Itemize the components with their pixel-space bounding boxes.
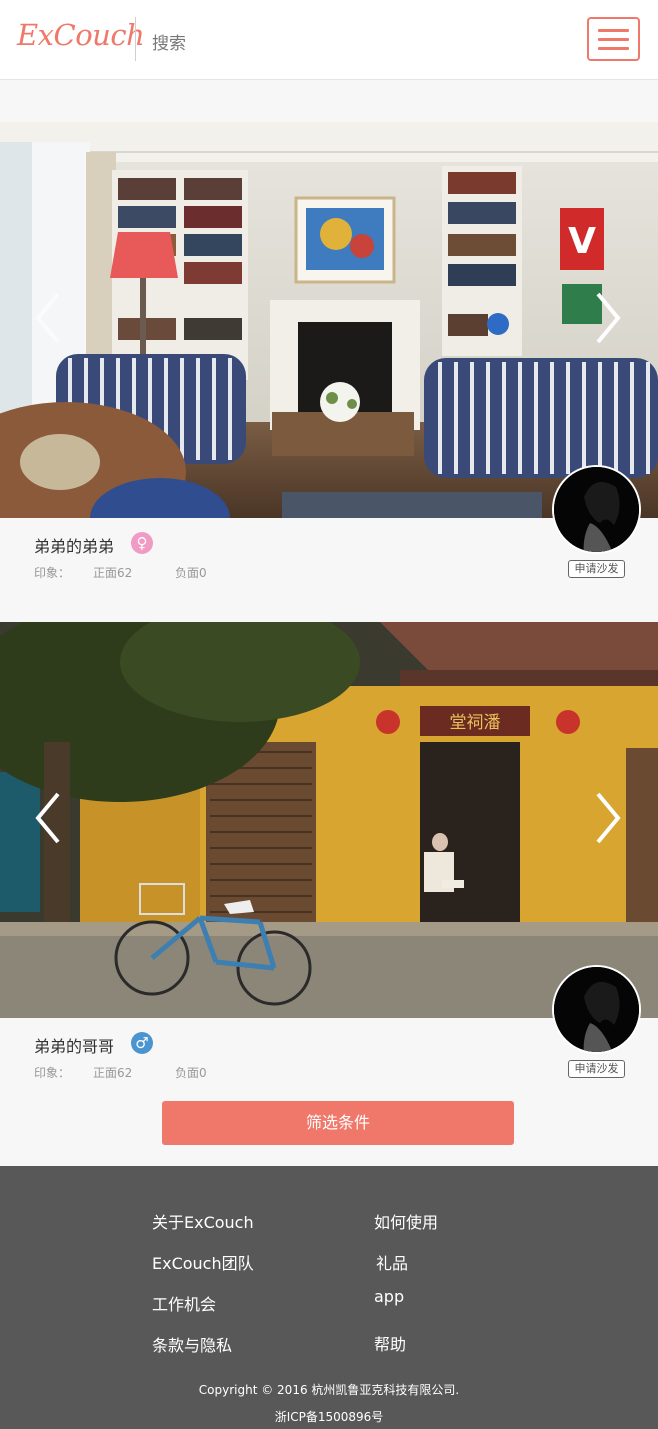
listing-card: 堂祠潘 弟弟的哥哥 ♂ 印象： 正面62 负面0 申请沙发: [0, 622, 658, 1092]
listing-photo-living-room[interactable]: V: [0, 122, 658, 518]
avatar[interactable]: [552, 965, 641, 1054]
positive-count: 正面62: [93, 566, 133, 580]
menu-button[interactable]: [587, 17, 640, 61]
footer-link-jobs[interactable]: 工作机会: [152, 1291, 216, 1315]
listing-name[interactable]: 弟弟的弟弟: [34, 533, 114, 557]
footer-link-team[interactable]: ExCouch团队: [152, 1250, 254, 1274]
menu-icon: [598, 29, 629, 32]
top-nav-bar: ExCouch 搜索: [0, 0, 658, 80]
positive-count: 正面62: [93, 1066, 133, 1080]
negative-count: 负面0: [175, 566, 207, 580]
search-link[interactable]: 搜索: [152, 29, 186, 54]
chevron-left-icon[interactable]: [32, 290, 62, 346]
copyright-text: Copyright © 2016 杭州凯鲁亚克科技有限公司.: [198, 1383, 460, 1397]
negative-count: 负面0: [175, 1066, 207, 1080]
filter-button[interactable]: 筛选条件: [162, 1101, 514, 1145]
footer-link-about[interactable]: 关于ExCouch: [152, 1209, 254, 1233]
impression-label: 印象：: [34, 566, 71, 580]
svg-text:堂祠潘: 堂祠潘: [450, 713, 501, 733]
icp-license[interactable]: 浙ICP备1500896号: [0, 1408, 658, 1425]
male-icon: ♂: [131, 1032, 153, 1054]
female-icon: ♀: [131, 532, 153, 554]
footer-link-app[interactable]: app: [374, 1287, 404, 1306]
logo[interactable]: ExCouch: [17, 18, 145, 52]
chevron-right-icon[interactable]: [594, 290, 624, 346]
avatar[interactable]: [552, 465, 641, 554]
listing-card: V 弟弟的弟弟 ♀ 印象： 正面62 负面0 申请沙发: [0, 122, 658, 592]
svg-text:V: V: [568, 221, 596, 262]
footer-link-how-to-use[interactable]: 如何使用: [374, 1209, 438, 1233]
apply-sofa-button[interactable]: 申请沙发: [568, 1060, 625, 1078]
listing-photo-yellow-house[interactable]: 堂祠潘: [0, 622, 658, 1018]
chevron-right-icon[interactable]: [594, 790, 624, 846]
footer-link-help[interactable]: 帮助: [374, 1331, 406, 1355]
impression-label: 印象：: [34, 1066, 71, 1080]
header-divider: [135, 17, 136, 61]
listing-name[interactable]: 弟弟的哥哥: [34, 1033, 114, 1057]
footer-link-gifts[interactable]: 礼品: [376, 1250, 408, 1274]
footer-link-terms[interactable]: 条款与隐私: [152, 1332, 232, 1356]
apply-sofa-button[interactable]: 申请沙发: [568, 560, 625, 578]
chevron-left-icon[interactable]: [32, 790, 62, 846]
